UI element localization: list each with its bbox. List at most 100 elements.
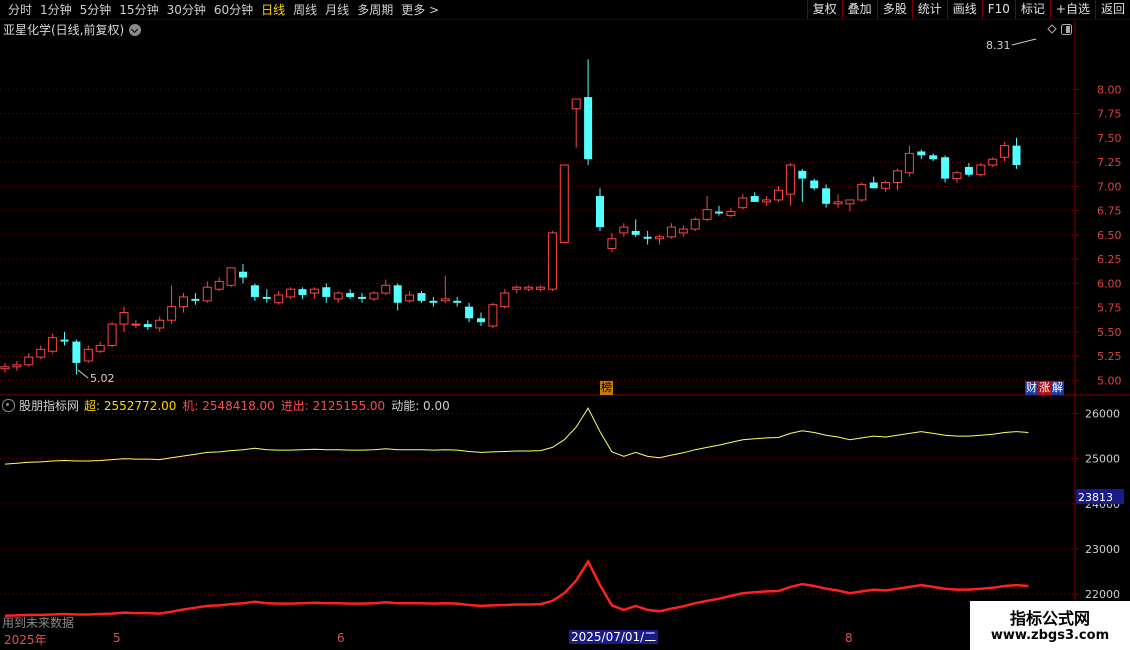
candle-body-down <box>298 289 307 295</box>
candlestick <box>143 320 152 330</box>
candlestick <box>584 59 593 166</box>
candlestick <box>571 98 581 148</box>
candle-body-up <box>607 238 617 249</box>
watermark-title: 指标公式网 <box>1009 609 1090 628</box>
candle-body-up <box>48 337 58 352</box>
indicator-header: 股朋指标网 超: 2552772.00 机: 2548418.00 进出: 21… <box>2 397 450 414</box>
price-tick-label: 7.00 <box>1097 180 1122 193</box>
candlestick <box>988 157 998 167</box>
candle-body-down <box>798 170 807 179</box>
candle-body-up <box>785 164 795 195</box>
date-axis: 2025年 5 6 2025/07/01/二 8 <box>0 630 970 650</box>
kline-chart[interactable]: 8.00 7.75 7.50 7.25 7.00 6.75 6.50 6.25 6.00 5.75… <box>0 0 1130 650</box>
candle-body-up <box>333 292 343 300</box>
candlestick <box>833 194 843 208</box>
candle-body-up <box>167 306 177 321</box>
candle-body-up <box>274 294 284 304</box>
candle-body-up <box>702 209 712 220</box>
unlock-badge[interactable]: 解 <box>1051 381 1064 395</box>
indicator-name[interactable]: 股朋指标网 <box>19 397 79 414</box>
diamond-icon[interactable] <box>1047 24 1057 34</box>
price-tick-label: 6.00 <box>1097 277 1122 290</box>
finance-badge[interactable]: 财 <box>1025 381 1038 395</box>
price-tick-label: 7.25 <box>1097 156 1122 169</box>
candlestick <box>976 163 986 177</box>
gear-icon[interactable] <box>2 399 15 412</box>
candlestick <box>167 285 177 325</box>
candlestick <box>822 184 831 208</box>
candle-body-up <box>988 158 998 166</box>
candle-body-down <box>941 157 950 179</box>
candle-body-up <box>547 232 557 290</box>
candle-body-up <box>666 226 676 238</box>
panel-toggle-icon[interactable] <box>1061 24 1072 35</box>
chevron-down-icon[interactable] <box>129 23 142 36</box>
candle-body-down <box>750 196 759 202</box>
candle-body-down <box>429 300 438 303</box>
price-tick-label: 6.50 <box>1097 229 1122 242</box>
candle-body-up <box>904 152 914 174</box>
candle-body-down <box>358 296 366 299</box>
candlestick <box>179 293 188 313</box>
candle-body-up <box>381 284 391 294</box>
candle-body-up <box>309 288 319 294</box>
candlestick <box>286 287 296 299</box>
price-tick-label: 6.75 <box>1097 205 1122 218</box>
candlestick <box>690 217 700 231</box>
candle-body-down <box>191 298 200 301</box>
candlestick <box>393 283 402 311</box>
candlestick <box>643 230 652 245</box>
candle-body-up <box>845 199 855 205</box>
candlestick <box>869 176 878 189</box>
candlestick <box>655 234 664 245</box>
candlestick <box>24 353 34 367</box>
indicator-tick-label: 23000 <box>1085 543 1120 556</box>
candlestick <box>405 291 415 303</box>
candle-body-down <box>810 180 819 189</box>
candlestick <box>333 291 343 303</box>
candlesticks <box>0 59 1021 375</box>
candle-body-down <box>869 182 878 189</box>
limit-up-badge[interactable]: 涨 <box>1038 381 1051 395</box>
candlestick <box>381 279 391 295</box>
candle-body-up <box>119 311 129 325</box>
candle-body-up <box>619 226 629 234</box>
candlestick <box>964 163 973 177</box>
candlestick <box>607 232 617 253</box>
candlestick <box>322 283 331 303</box>
low-price-pointer <box>77 369 89 379</box>
candle-body-up <box>655 236 664 240</box>
candlestick <box>512 285 522 294</box>
candle-body-up <box>500 292 510 308</box>
candle-body-up <box>952 172 962 180</box>
candle-body-up <box>678 228 688 234</box>
candle-body-up <box>405 294 415 302</box>
ranking-badge[interactable]: 榜 <box>600 381 613 395</box>
candlestick <box>250 283 259 301</box>
candle-body-up <box>833 201 843 205</box>
candle-body-down <box>72 341 81 363</box>
candlestick <box>465 302 474 323</box>
candlestick <box>857 182 867 202</box>
stock-header: 亚星化学(日线,前复权) <box>3 21 142 38</box>
candle-body-down <box>262 296 271 299</box>
candlestick <box>369 291 379 301</box>
candle-body-up <box>179 296 188 308</box>
candle-body-down <box>643 236 652 239</box>
candlestick <box>904 145 914 177</box>
candle-body-down <box>60 339 69 342</box>
candlestick <box>952 170 962 183</box>
candlestick <box>0 362 10 373</box>
candle-body-up <box>83 348 93 362</box>
candle-body-up <box>1000 145 1010 158</box>
candlestick <box>1000 141 1010 162</box>
current-value-text: 23813 <box>1078 491 1113 504</box>
candle-body-up <box>286 288 296 298</box>
indicator-ji-value: 机: 2548418.00 <box>182 399 275 413</box>
candlestick <box>429 296 438 307</box>
candlestick <box>36 345 46 360</box>
candlestick <box>738 194 748 210</box>
candlestick <box>60 331 69 346</box>
candle-body-down <box>964 166 973 175</box>
candle-body-up <box>155 319 165 329</box>
